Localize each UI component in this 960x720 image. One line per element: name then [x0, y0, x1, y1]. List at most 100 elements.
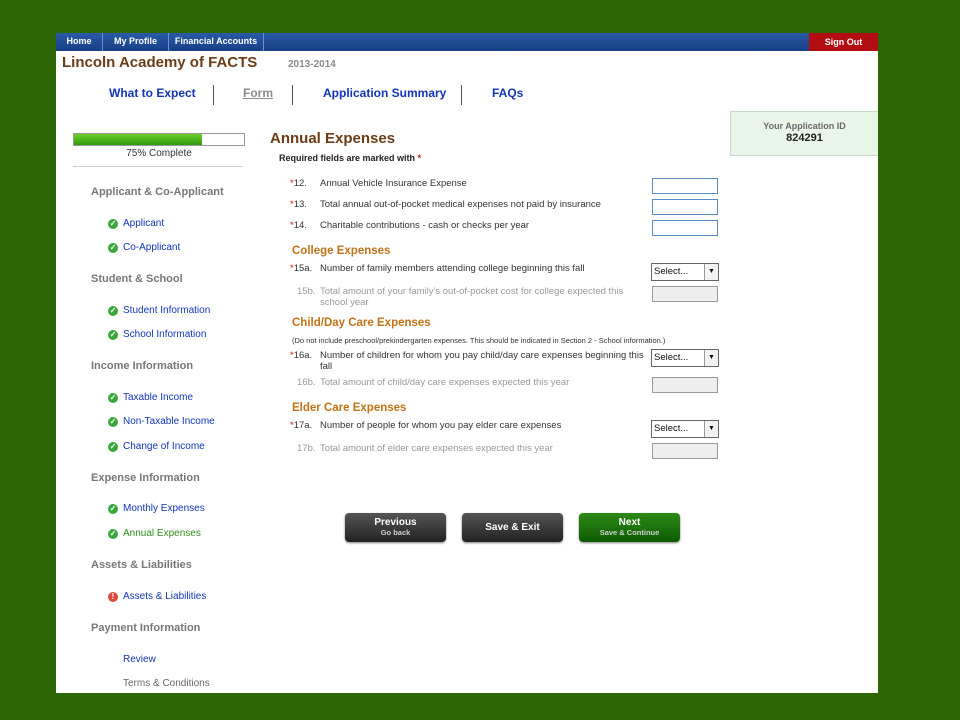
- top-nav-bar: Home My Profile Financial Accounts Sign …: [56, 33, 878, 51]
- sidebar-section-expense: Expense Information: [91, 472, 200, 484]
- application-id-label: Your Application ID: [763, 121, 846, 131]
- question-label: Total annual out-of-pocket medical expen…: [320, 199, 601, 210]
- medical-expenses-input[interactable]: [652, 199, 718, 215]
- college-expenses-heading: College Expenses: [292, 245, 391, 257]
- charitable-contributions-input[interactable]: [652, 220, 718, 236]
- question-number-text: 13.: [293, 199, 307, 210]
- nav-profile-link[interactable]: My Profile: [103, 33, 169, 51]
- application-id-value: 824291: [786, 132, 823, 144]
- check-icon: ✓: [108, 305, 118, 316]
- tab-form[interactable]: Form: [243, 86, 273, 100]
- next-button[interactable]: Next Save & Continue: [579, 513, 680, 542]
- sidebar-item-label: Student Information: [123, 305, 211, 316]
- previous-button-sublabel: Go back: [380, 528, 411, 537]
- required-note-text: Required fields are marked with: [279, 153, 416, 163]
- application-page: Home My Profile Financial Accounts Sign …: [56, 33, 878, 693]
- sidebar-item-student-information[interactable]: ✓ Student Information: [108, 305, 210, 316]
- sidebar-item-label: Taxable Income: [123, 392, 194, 403]
- dropdown-arrow-icon: ▼: [704, 350, 718, 366]
- check-icon: ✓: [108, 218, 118, 229]
- check-icon: ✓: [108, 392, 118, 403]
- sidebar-item-non-taxable-income[interactable]: ✓ Non-Taxable Income: [108, 416, 215, 427]
- question-label: Annual Vehicle Insurance Expense: [320, 178, 467, 189]
- question-label: Total amount of child/day care expenses …: [320, 377, 570, 388]
- vehicle-insurance-input[interactable]: [652, 178, 718, 194]
- check-icon: ✓: [108, 329, 118, 340]
- previous-button[interactable]: Previous Go back: [345, 513, 446, 542]
- progress-bar: [73, 133, 245, 146]
- check-icon: ✓: [108, 441, 118, 452]
- tab-what-to-expect[interactable]: What to Expect: [109, 86, 196, 100]
- eldercare-expenses-heading: Elder Care Expenses: [292, 402, 407, 414]
- dropdown-arrow-icon: ▼: [704, 264, 718, 280]
- sidebar-item-school-information[interactable]: ✓ School Information: [108, 329, 206, 340]
- sidebar-item-terms: Terms & Conditions: [123, 678, 210, 689]
- next-button-sublabel: Save & Continue: [599, 528, 660, 537]
- school-year: 2013-2014: [288, 59, 336, 70]
- sidebar-section-income: Income Information: [91, 360, 194, 372]
- select-value: Select...: [654, 266, 689, 277]
- page-title: Annual Expenses: [270, 130, 396, 147]
- sidebar-item-label: Monthly Expenses: [123, 503, 205, 514]
- question-number: 16b.: [297, 377, 316, 388]
- sidebar-item-annual-expenses[interactable]: ✓ Annual Expenses: [108, 528, 201, 539]
- college-members-select[interactable]: Select... ▼: [651, 263, 719, 281]
- eldercare-amount-input-disabled: [652, 443, 718, 459]
- sidebar-item-assets-liabilities[interactable]: ! Assets & Liabilities: [108, 591, 206, 602]
- tab-faqs[interactable]: FAQs: [492, 86, 523, 100]
- save-exit-button[interactable]: Save & Exit: [462, 513, 563, 542]
- check-icon: ✓: [108, 242, 118, 253]
- sidebar-section-applicant: Applicant & Co-Applicant: [91, 186, 224, 198]
- progress-text: 75% Complete: [126, 148, 192, 159]
- sidebar-item-label: Change of Income: [123, 441, 205, 452]
- childcare-note: (Do not include preschool/prekindergarte…: [292, 336, 666, 345]
- sidebar-item-monthly-expenses[interactable]: ✓ Monthly Expenses: [108, 503, 205, 514]
- next-button-label: Next: [618, 517, 641, 528]
- college-cost-input-disabled: [652, 286, 718, 302]
- eldercare-people-select[interactable]: Select... ▼: [651, 420, 719, 438]
- sidebar-item-co-applicant[interactable]: ✓ Co-Applicant: [108, 242, 180, 253]
- question-number-text: 17a.: [293, 420, 313, 431]
- sign-out-button[interactable]: Sign Out: [809, 33, 878, 51]
- nav-accounts-link[interactable]: Financial Accounts: [169, 33, 264, 51]
- question-number: *13.: [290, 199, 307, 210]
- school-name: Lincoln Academy of FACTS: [62, 54, 258, 71]
- sidebar-item-taxable-income[interactable]: ✓ Taxable Income: [108, 392, 193, 403]
- question-number-text: 15a.: [293, 263, 313, 274]
- question-label: Number of people for whom you pay elder …: [320, 420, 562, 431]
- sidebar-divider: [73, 166, 243, 167]
- sidebar-item-change-of-income[interactable]: ✓ Change of Income: [108, 441, 205, 452]
- childcare-children-select[interactable]: Select... ▼: [651, 349, 719, 367]
- tab-application-summary[interactable]: Application Summary: [323, 86, 446, 100]
- sidebar-item-label: Non-Taxable Income: [123, 416, 215, 427]
- nav-home-link[interactable]: Home: [56, 33, 103, 51]
- sidebar-item-label: Co-Applicant: [123, 242, 181, 253]
- dropdown-arrow-icon: ▼: [704, 421, 718, 437]
- question-number-text: 14.: [293, 220, 307, 231]
- tab-divider: [461, 85, 462, 105]
- sidebar-section-payment: Payment Information: [91, 622, 201, 634]
- progress-bar-fill: [74, 134, 202, 145]
- question-label: Total amount of your family's out-of-poc…: [320, 286, 624, 308]
- question-number-text: 12.: [293, 178, 307, 189]
- application-id-box: Your Application ID 824291: [730, 111, 878, 156]
- sidebar-item-applicant[interactable]: ✓ Applicant: [108, 218, 164, 229]
- question-number: *15a.: [290, 263, 312, 274]
- question-number-text: 16a.: [293, 350, 313, 361]
- sidebar-item-label: Applicant: [123, 218, 165, 229]
- question-number: *17a.: [290, 420, 312, 431]
- question-number: *16a.: [290, 350, 312, 361]
- sidebar-item-review[interactable]: Review: [123, 654, 156, 665]
- question-label: Number of family members attending colle…: [320, 263, 585, 274]
- select-value: Select...: [654, 423, 689, 434]
- childcare-amount-input-disabled: [652, 377, 718, 393]
- check-icon: ✓: [108, 503, 118, 514]
- question-number: *14.: [290, 220, 307, 231]
- tab-divider: [213, 85, 214, 105]
- required-note: Required fields are marked with *: [279, 153, 421, 163]
- question-number: *12.: [290, 178, 307, 189]
- sidebar-item-label: Assets & Liabilities: [123, 591, 207, 602]
- question-label: Charitable contributions - cash or check…: [320, 220, 530, 231]
- required-asterisk: *: [417, 153, 422, 163]
- sidebar-item-label: Annual Expenses: [123, 528, 201, 539]
